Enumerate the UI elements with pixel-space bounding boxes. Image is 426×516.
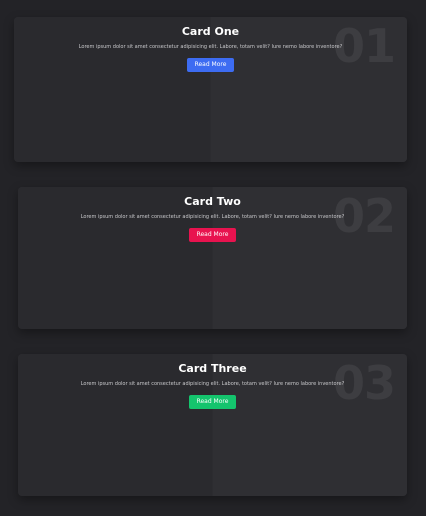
- read-more-button[interactable]: Read More: [186, 58, 235, 72]
- card-two: 02 Card Two Lorem ipsum dolor sit amet c…: [18, 187, 407, 329]
- card-content: Card Three Lorem ipsum dolor sit amet co…: [18, 362, 407, 409]
- card-description: Lorem ipsum dolor sit amet consectetur a…: [80, 214, 345, 220]
- card-title: Card Three: [178, 362, 247, 375]
- card-three: 03 Card Three Lorem ipsum dolor sit amet…: [18, 354, 407, 496]
- card-content: Card One Lorem ipsum dolor sit amet cons…: [14, 25, 407, 72]
- read-more-button[interactable]: Read More: [188, 395, 237, 409]
- card-content: Card Two Lorem ipsum dolor sit amet cons…: [18, 195, 407, 242]
- card-description: Lorem ipsum dolor sit amet consectetur a…: [78, 44, 343, 50]
- card-title: Card One: [181, 25, 240, 38]
- read-more-button[interactable]: Read More: [188, 228, 237, 242]
- card-description: Lorem ipsum dolor sit amet consectetur a…: [80, 381, 345, 387]
- card-one: 01 Card One Lorem ipsum dolor sit amet c…: [14, 17, 407, 162]
- card-title: Card Two: [184, 195, 241, 208]
